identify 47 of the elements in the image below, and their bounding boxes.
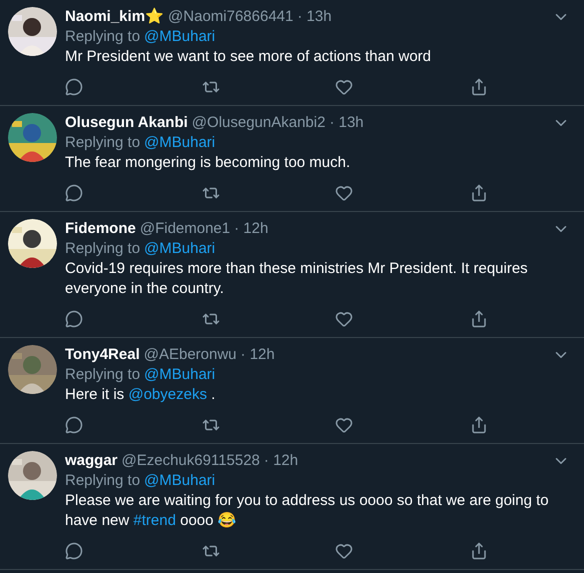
tweet-link[interactable]: #trend xyxy=(133,512,176,529)
reply-icon[interactable] xyxy=(65,310,83,328)
like-icon[interactable] xyxy=(335,542,353,560)
share-icon[interactable] xyxy=(470,542,488,560)
like-icon[interactable] xyxy=(335,310,353,328)
replying-label: Replying to xyxy=(65,133,140,153)
reply-icon[interactable] xyxy=(65,184,83,202)
like-icon[interactable] xyxy=(335,78,353,96)
share-icon[interactable] xyxy=(470,78,488,96)
user-handle[interactable]: @Fidemone1 xyxy=(140,219,230,239)
replying-label: Replying to xyxy=(65,239,140,259)
share-icon[interactable] xyxy=(470,184,488,202)
user-handle[interactable]: @AEberonwu xyxy=(144,345,237,365)
replying-label: Replying to xyxy=(65,27,140,47)
like-icon[interactable] xyxy=(335,416,353,434)
display-name[interactable]: Olusegun Akanbi xyxy=(65,113,188,133)
tweet-text: Here it is @obyezeks . xyxy=(65,385,216,405)
mention-link[interactable]: @MBuhari xyxy=(144,471,216,491)
user-handle[interactable]: @Ezechuk69115528 xyxy=(122,451,260,471)
user-handle[interactable]: @Naomi76866441 xyxy=(168,7,294,27)
reply-icon[interactable] xyxy=(65,78,83,96)
display-name[interactable]: waggar xyxy=(65,451,118,471)
tweet-text: Covid-19 requires more than these ministries Mr President. It requires everyone in the country. xyxy=(65,259,529,299)
tweet-time[interactable]: · 12h xyxy=(234,219,268,239)
tweet-time[interactable]: · 13h xyxy=(297,7,332,27)
share-icon[interactable] xyxy=(470,416,488,434)
reply-icon[interactable] xyxy=(65,542,83,560)
mention-link[interactable]: @MBuhari xyxy=(144,27,216,47)
display-name[interactable]: Tony4Real xyxy=(65,345,140,365)
user-handle[interactable]: @OlusegunAkanbi2 xyxy=(192,113,326,133)
tweet-text: The fear mongering is becoming too much. xyxy=(65,153,352,173)
tweet-link[interactable]: @obyezeks xyxy=(128,386,207,403)
tweet-time[interactable]: · 13h xyxy=(329,113,364,133)
display-name[interactable]: Naomi_kim⭐ xyxy=(65,7,164,27)
mention-link[interactable]: @MBuhari xyxy=(144,133,216,153)
replying-label: Replying to xyxy=(65,471,140,491)
like-icon[interactable] xyxy=(335,184,353,202)
tweet-time[interactable]: · 12h xyxy=(264,451,298,471)
tweet-text: Please we are waiting for you to address us oooo so that we are going to have new #trend oooo 😂 xyxy=(65,491,550,531)
mention-link[interactable]: @MBuhari xyxy=(144,365,216,385)
display-name[interactable]: Fidemone xyxy=(65,219,136,239)
tweet-time[interactable]: · 12h xyxy=(240,345,275,365)
share-icon[interactable] xyxy=(470,310,488,328)
mention-link[interactable]: @MBuhari xyxy=(144,239,216,259)
tweet-text: Mr President we want to see more of actions than word xyxy=(65,47,432,67)
reply-icon[interactable] xyxy=(65,416,83,434)
replying-label: Replying to xyxy=(65,365,140,385)
